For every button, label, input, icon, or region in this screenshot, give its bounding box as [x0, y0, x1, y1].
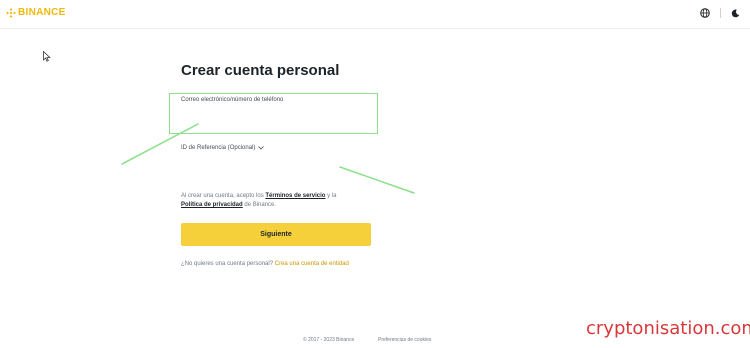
binance-logo[interactable]: BINANCE [6, 7, 66, 18]
terms-of-service-link[interactable]: Términos de servicio [265, 193, 325, 199]
privacy-policy-link[interactable]: Política de privacidad [181, 202, 243, 208]
terms-middle: y la [327, 193, 337, 199]
terms-suffix: de Binance. [244, 202, 277, 208]
terms-prefix: Al crear una cuenta, acepto los [181, 193, 264, 199]
moon-icon[interactable] [731, 9, 740, 18]
binance-logo-icon [6, 7, 16, 18]
annotation-arrows [121, 123, 415, 194]
referral-label: ID de Referencia (Opcional) [181, 145, 256, 151]
cookie-preferences-link[interactable]: Preferencias de cookies [378, 337, 431, 343]
business-account-prompt: ¿No quieres una cuenta personal? Crea un… [181, 260, 371, 269]
watermark: cryptonisation.com [586, 318, 750, 339]
referral-toggle[interactable]: ID de Referencia (Opcional) [181, 145, 265, 151]
terms-text: Al crear una cuenta, acepto los Términos… [181, 192, 381, 210]
email-label: Correo electrónico/número de teléfono [181, 97, 284, 103]
business-account-link[interactable]: Crea una cuenta de entidad [275, 261, 349, 267]
mouse-cursor-icon [43, 51, 51, 62]
logo-text: BINANCE [18, 7, 66, 18]
chevron-down-icon [258, 146, 265, 150]
divider [720, 8, 721, 18]
page-title: Crear cuenta personal [181, 62, 340, 79]
top-bar: BINANCE [0, 0, 750, 29]
footer-copyright: © 2017 - 2023 Binance [303, 337, 355, 343]
referral-id-field[interactable] [181, 156, 371, 178]
business-prompt-text: ¿No quieres una cuenta personal? [181, 261, 274, 267]
next-button[interactable]: Siguiente [181, 223, 371, 246]
globe-icon[interactable] [700, 8, 710, 18]
